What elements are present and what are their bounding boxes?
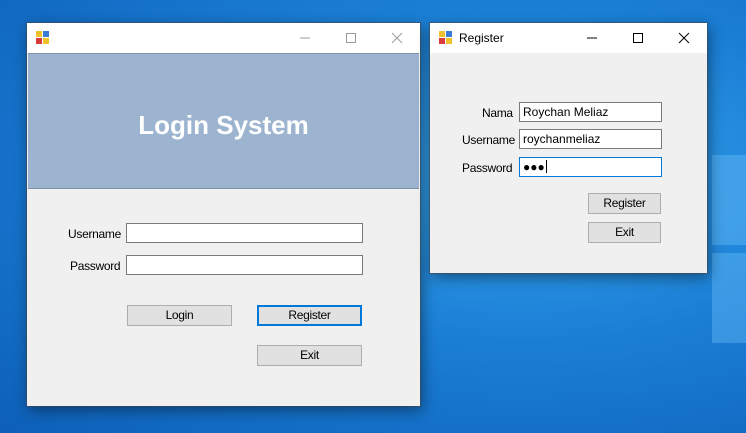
username-input[interactable]: roychanmeliaz [519,129,662,149]
login-button[interactable]: Login [127,305,232,326]
close-button[interactable] [661,23,707,53]
login-titlebar[interactable] [27,23,420,53]
text-caret [545,160,547,173]
register-window-title: Register [459,31,504,45]
password-input[interactable] [126,255,363,275]
close-icon [678,32,690,44]
username-label: Username [68,227,121,241]
minimize-button[interactable] [569,23,615,53]
register-titlebar[interactable]: Register [430,23,707,53]
register-window: Register Nama Roychan Meliaz Username ro… [430,23,707,273]
maximize-button[interactable] [328,23,374,53]
header-banner: Login System [28,53,419,189]
minimize-icon [587,37,597,39]
app-icon [36,31,50,45]
password-input[interactable]: ●●● [519,157,662,177]
password-label: Password [462,161,513,175]
maximize-icon [346,33,356,43]
register-button[interactable]: Register [257,305,362,326]
username-input[interactable] [126,223,363,243]
page-title: Login System [138,110,309,140]
password-label: Password [70,259,121,273]
maximize-icon [633,33,643,43]
username-label: Username [462,133,515,147]
maximize-button[interactable] [615,23,661,53]
nama-input[interactable]: Roychan Meliaz [519,102,662,122]
close-icon [391,32,403,44]
exit-button[interactable]: Exit [257,345,362,366]
minimize-icon [300,37,310,39]
register-button[interactable]: Register [588,193,661,214]
nama-label: Nama [482,106,513,120]
login-window: Login System Username Password Login Reg… [27,23,420,406]
app-icon [439,31,453,45]
password-masked-value: ●●● [523,160,545,174]
minimize-button[interactable] [282,23,328,53]
close-button[interactable] [374,23,420,53]
exit-button[interactable]: Exit [588,222,661,243]
